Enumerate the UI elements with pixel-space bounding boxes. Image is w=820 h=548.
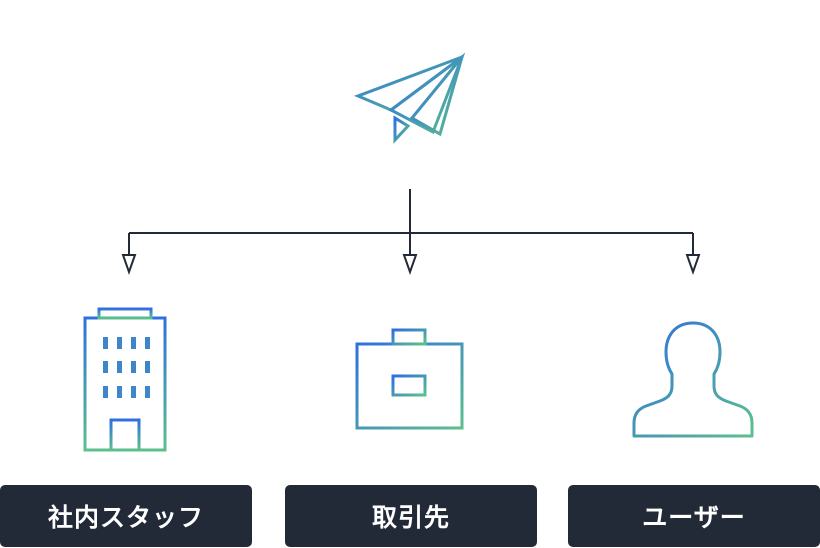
target-label-text: ユーザー (642, 503, 746, 532)
user-silhouette-icon (632, 321, 754, 438)
target-label-partners: 取引先 (285, 485, 537, 547)
briefcase-icon (355, 328, 464, 430)
arrowhead-left (121, 254, 137, 276)
arrowhead-center (402, 254, 418, 276)
target-label-text: 取引先 (371, 503, 450, 532)
target-label-users: ユーザー (568, 485, 820, 547)
distribution-diagram: 社内スタッフ 取引先 ユーザー (0, 0, 820, 548)
arrowhead-right (685, 254, 701, 276)
diagram-artwork (83, 52, 754, 452)
target-label-staff: 社内スタッフ (0, 485, 252, 547)
target-label-text: 社内スタッフ (47, 503, 204, 532)
arrowheads (121, 254, 701, 276)
office-building-icon (83, 307, 167, 452)
paper-plane-icon (353, 52, 466, 144)
